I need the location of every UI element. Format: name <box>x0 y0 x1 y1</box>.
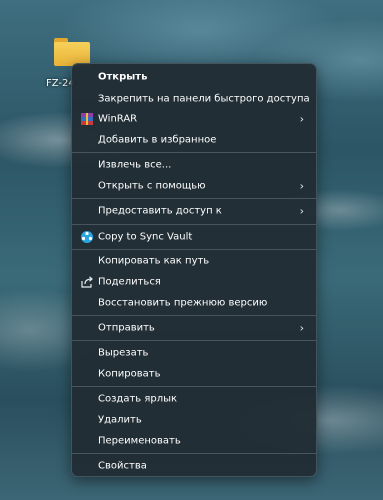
menu-item-copy-sync-vault[interactable]: Copy to Sync Vault <box>76 227 312 247</box>
menu-item-label: Восстановить прежнюю версию <box>98 297 268 309</box>
menu-item-label: Копировать <box>98 368 161 380</box>
menu-item-give-access[interactable]: Предоставить доступ к › <box>76 201 312 221</box>
menu-item-label: Удалить <box>98 414 142 426</box>
menu-item-label: Открыть с помощью <box>98 180 206 192</box>
menu-item-add-favorites[interactable]: Добавить в избранное <box>76 130 312 150</box>
menu-item-label: Свойства <box>98 460 147 472</box>
menu-item-create-shortcut[interactable]: Создать ярлык <box>76 389 312 409</box>
menu-item-properties[interactable]: Свойства <box>76 456 312 476</box>
menu-item-label: Копировать как путь <box>98 255 210 267</box>
menu-item-label: Закрепить на панели быстрого доступа <box>98 93 310 105</box>
menu-separator <box>72 340 316 341</box>
menu-item-label: Создать ярлык <box>98 393 178 405</box>
menu-item-extract-all[interactable]: Извлечь все... <box>76 155 312 175</box>
share-icon <box>80 275 94 289</box>
menu-item-winrar[interactable]: WinRAR › <box>76 109 312 129</box>
chevron-right-icon: › <box>299 112 304 126</box>
context-menu: Открыть Закрепить на панели быстрого дос… <box>71 63 317 477</box>
folder-icon <box>54 38 90 66</box>
chevron-right-icon: › <box>299 204 304 218</box>
menu-item-open[interactable]: Открыть <box>76 67 312 87</box>
menu-separator <box>72 386 316 387</box>
menu-item-label: Открыть <box>98 71 148 83</box>
menu-item-label: Предоставить доступ к <box>98 205 222 217</box>
menu-item-delete[interactable]: Удалить <box>76 410 312 430</box>
chevron-right-icon: › <box>299 179 304 193</box>
menu-item-label: Copy to Sync Vault <box>98 231 193 243</box>
menu-item-pin-quick-access[interactable]: Закрепить на панели быстрого доступа <box>76 89 312 109</box>
menu-separator <box>72 198 316 199</box>
menu-item-label: Добавить в избранное <box>98 134 217 146</box>
menu-item-copy-as-path[interactable]: Копировать как путь <box>76 251 312 271</box>
menu-separator <box>72 453 316 454</box>
menu-item-label: Поделиться <box>98 276 161 288</box>
menu-item-send-to[interactable]: Отправить › <box>76 318 312 338</box>
menu-item-cut[interactable]: Вырезать <box>76 343 312 363</box>
sync-vault-icon <box>80 230 94 244</box>
menu-item-label: Отправить <box>98 322 155 334</box>
chevron-right-icon: › <box>299 321 304 335</box>
menu-item-open-with[interactable]: Открыть с помощью › <box>76 176 312 196</box>
menu-separator <box>72 224 316 225</box>
menu-item-share[interactable]: Поделиться <box>76 272 312 292</box>
menu-item-label: WinRAR <box>98 113 138 125</box>
menu-item-label: Вырезать <box>98 347 149 359</box>
menu-item-restore-previous[interactable]: Восстановить прежнюю версию <box>76 293 312 313</box>
menu-item-label: Переименовать <box>98 435 181 447</box>
menu-separator <box>72 152 316 153</box>
menu-item-label: Извлечь все... <box>98 159 172 171</box>
menu-item-copy[interactable]: Копировать <box>76 364 312 384</box>
winrar-icon <box>80 112 94 126</box>
menu-item-rename[interactable]: Переименовать <box>76 431 312 451</box>
desktop: FZ-24 Открыть Закрепить на панели быстро… <box>0 0 383 500</box>
menu-separator <box>72 315 316 316</box>
menu-separator <box>72 249 316 250</box>
